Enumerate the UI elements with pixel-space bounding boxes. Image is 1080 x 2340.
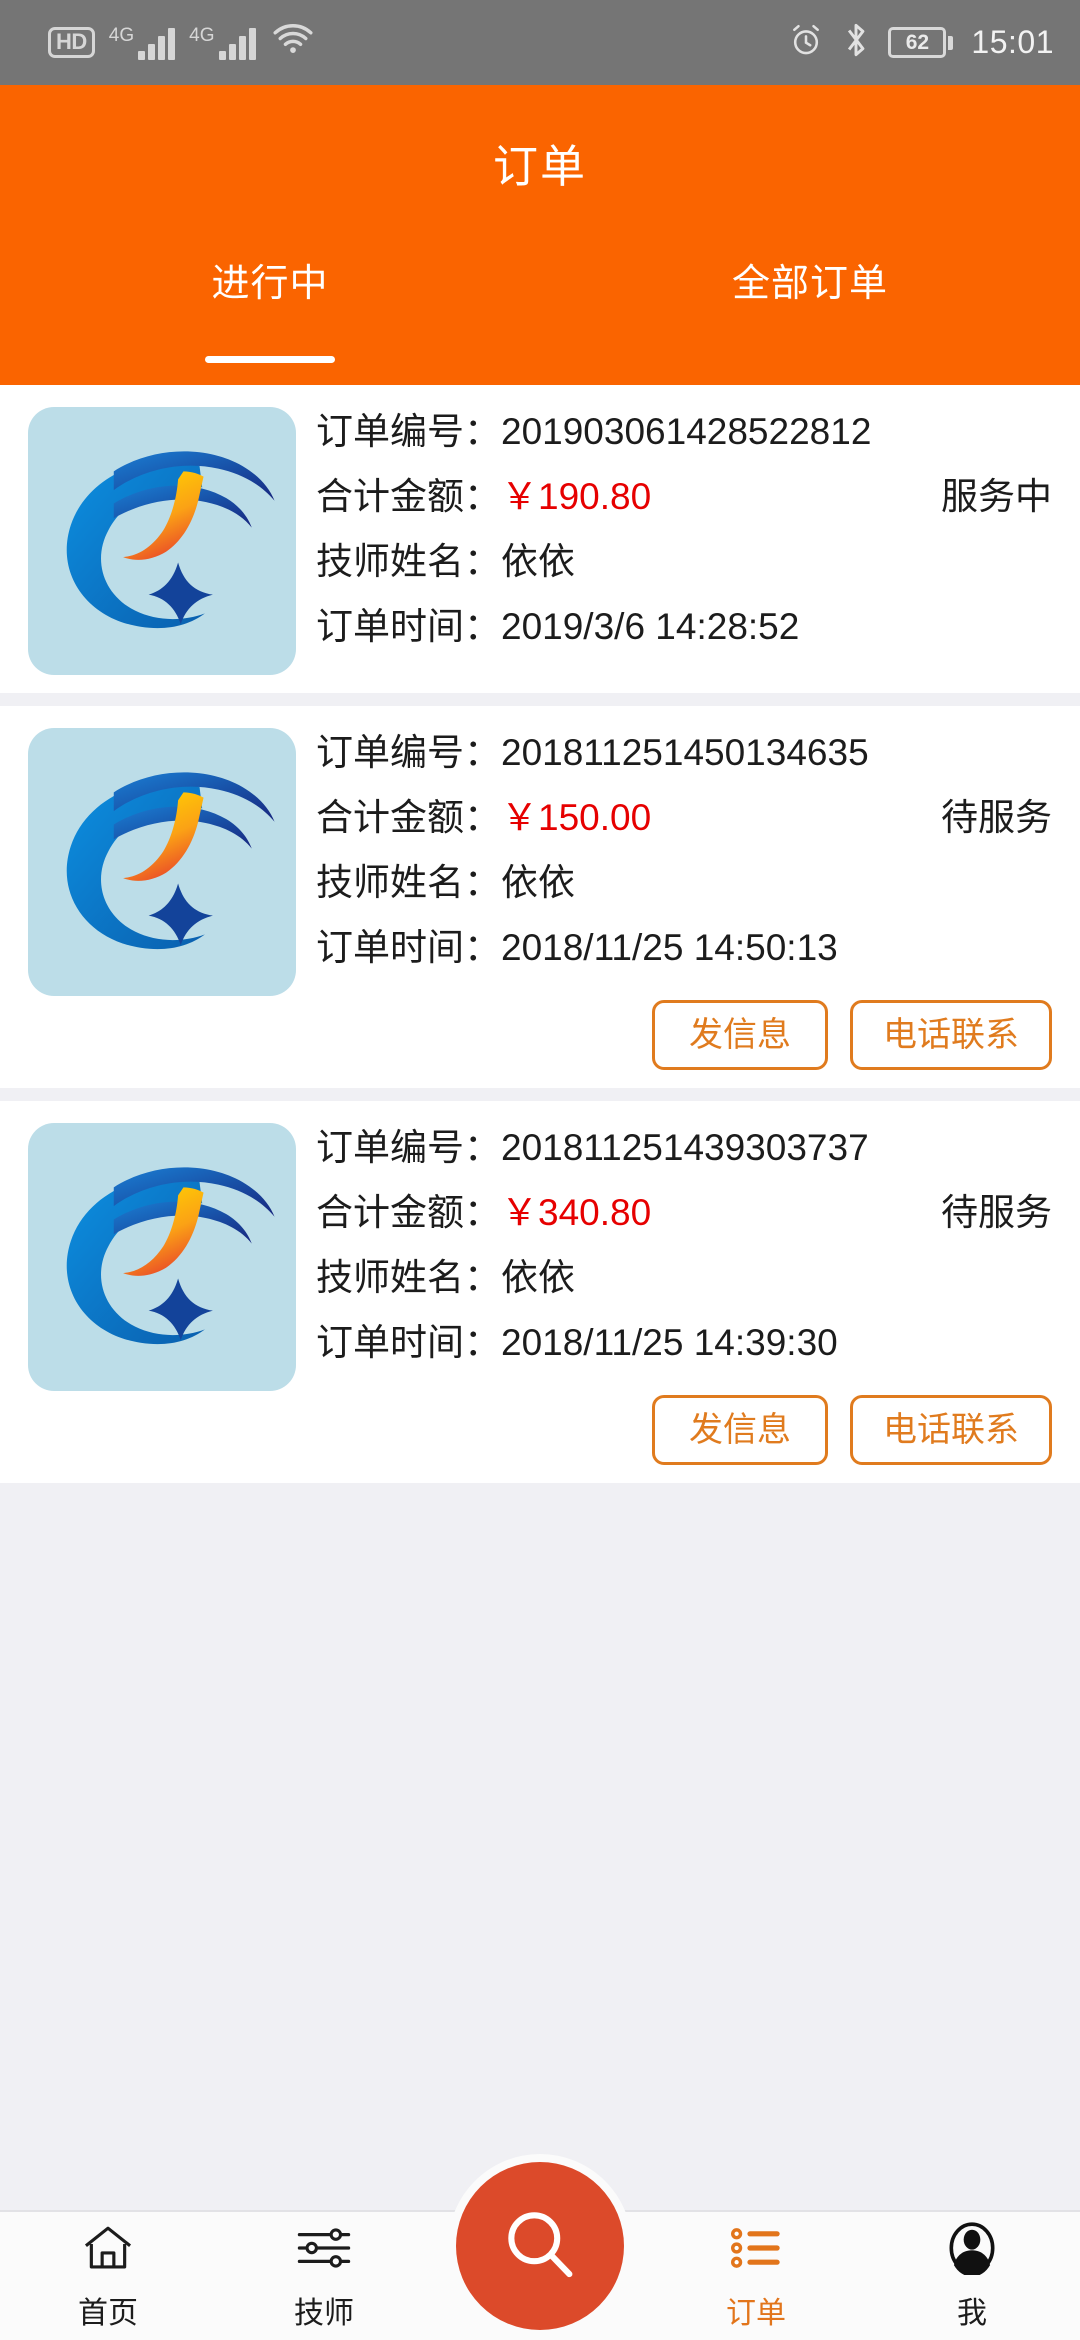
order-no-row: 订单编号： 201811251439303737: [316, 1129, 1052, 1166]
send-message-button[interactable]: 发信息: [652, 1000, 828, 1070]
tab-in-progress-label: 进行中: [211, 263, 329, 305]
wifi-icon: [270, 22, 316, 63]
search-fab-button[interactable]: [456, 2162, 624, 2330]
nav-item-orders-label: 订单: [726, 2297, 786, 2330]
battery-level: 62: [888, 27, 947, 58]
amount-value: ￥190.80: [501, 476, 652, 517]
phone-contact-button[interactable]: 电话联系: [850, 1000, 1052, 1070]
amount-row: 合计金额： ￥340.80 待服务: [316, 1194, 1052, 1231]
nav-item-technician-label: 技师: [294, 2297, 354, 2330]
order-details: 订单编号： 201811251450134635 合计金额： ￥150.00 待…: [316, 728, 1052, 1070]
order-card[interactable]: 订单编号： 201811251439303737 合计金额： ￥340.80 待…: [0, 1101, 1080, 1483]
status-badge: 待服务: [941, 797, 1052, 838]
hd-icon: HD: [48, 27, 95, 58]
order-card[interactable]: 订单编号： 201903061428522812 合计金额： ￥190.80 服…: [0, 385, 1080, 693]
order-no-value: 201811251450134635: [501, 732, 869, 773]
order-time-row: 订单时间： 2019/3/6 14:28:52: [316, 608, 1052, 645]
signal-icon-1: 4G: [108, 24, 176, 60]
order-no-label: 订单编号：: [316, 732, 501, 773]
technician-label: 技师姓名：: [316, 541, 501, 582]
send-message-button[interactable]: 发信息: [652, 1395, 828, 1465]
network-type-label-2: 4G: [189, 24, 215, 46]
network-type-label-1: 4G: [108, 24, 135, 46]
amount-row: 合计金额： ￥190.80 服务中: [316, 478, 1052, 515]
company-logo-icon: [28, 728, 296, 996]
clock-time: 15:01: [971, 24, 1054, 60]
nav-item-home[interactable]: 首页: [0, 2212, 216, 2340]
technician-row: 技师姓名： 依依: [316, 864, 1052, 901]
nav-item-home-label: 首页: [78, 2297, 138, 2330]
order-no-label: 订单编号：: [316, 1127, 501, 1168]
order-time-row: 订单时间： 2018/11/25 14:39:30: [316, 1324, 1052, 1361]
order-no-row: 订单编号： 201811251450134635: [316, 734, 1052, 771]
signal-bars-1: [138, 26, 176, 60]
company-logo-icon: [28, 1123, 296, 1391]
nav-item-orders[interactable]: 订单: [648, 2212, 864, 2340]
phone-contact-button[interactable]: 电话联系: [850, 1395, 1052, 1465]
amount-value: ￥340.80: [501, 1192, 652, 1233]
order-no-row: 订单编号： 201903061428522812: [316, 413, 1052, 450]
technician-value: 依依: [501, 1257, 575, 1298]
order-time-value: 2018/11/25 14:50:13: [501, 927, 838, 968]
tab-in-progress[interactable]: 进行中: [0, 240, 540, 385]
tab-all-orders-label: 全部订单: [731, 263, 888, 305]
technician-row: 技师姓名： 依依: [316, 543, 1052, 580]
order-time-label: 订单时间：: [316, 927, 501, 968]
order-actions: 发信息 电话联系: [316, 1395, 1052, 1465]
search-icon: [497, 2201, 583, 2292]
status-bar-left: HD 4G 4G: [48, 22, 316, 63]
amount-label: 合计金额：: [316, 476, 501, 517]
list-icon: [728, 2220, 784, 2276]
home-icon: [81, 2220, 135, 2276]
tab-all-orders[interactable]: 全部订单: [540, 240, 1080, 385]
alarm-clock-icon: [788, 22, 824, 63]
signal-bars-2: [218, 26, 256, 60]
amount-label: 合计金额：: [316, 1192, 501, 1233]
order-time-label: 订单时间：: [316, 1322, 501, 1363]
nav-item-technician[interactable]: 技师: [216, 2212, 432, 2340]
technician-label: 技师姓名：: [316, 1257, 501, 1298]
sliders-icon: [295, 2220, 353, 2276]
signal-icon-2: 4G: [189, 24, 256, 60]
page-title: 订单: [492, 141, 587, 192]
order-time-value: 2018/11/25 14:39:30: [501, 1322, 838, 1363]
order-time-row: 订单时间： 2018/11/25 14:50:13: [316, 929, 1052, 966]
technician-value: 依依: [501, 862, 575, 903]
order-time-value: 2019/3/6 14:28:52: [501, 606, 800, 647]
phone-screen: HD 4G 4G 62 15:01 订单 进行中 全部订单 订单编号： 2019…: [0, 0, 1080, 2340]
order-tabs: 进行中 全部订单: [0, 240, 1080, 385]
amount-label: 合计金额：: [316, 797, 501, 838]
person-icon: [947, 2220, 997, 2276]
order-list[interactable]: 订单编号： 201903061428522812 合计金额： ￥190.80 服…: [0, 385, 1080, 2162]
amount-row: 合计金额： ￥150.00 待服务: [316, 799, 1052, 836]
order-no-value: 201811251439303737: [501, 1127, 869, 1168]
order-card[interactable]: 订单编号： 201811251450134635 合计金额： ￥150.00 待…: [0, 706, 1080, 1088]
company-logo-icon: [28, 407, 296, 675]
nav-item-profile[interactable]: 我: [864, 2212, 1080, 2340]
order-details: 订单编号： 201903061428522812 合计金额： ￥190.80 服…: [316, 407, 1052, 675]
status-badge: 待服务: [941, 1192, 1052, 1233]
status-bar: HD 4G 4G 62 15:01: [0, 0, 1080, 85]
order-time-label: 订单时间：: [316, 606, 501, 647]
order-details: 订单编号： 201811251439303737 合计金额： ￥340.80 待…: [316, 1123, 1052, 1465]
technician-row: 技师姓名： 依依: [316, 1259, 1052, 1296]
order-actions: 发信息 电话联系: [316, 1000, 1052, 1070]
bluetooth-icon: [842, 21, 870, 64]
tab-inactive-underline: [745, 356, 875, 363]
amount-value: ￥150.00: [501, 797, 652, 838]
status-bar-right: 62 15:01: [788, 21, 1054, 64]
technician-label: 技师姓名：: [316, 862, 501, 903]
tab-active-underline: [205, 356, 335, 363]
order-no-value: 201903061428522812: [501, 411, 872, 452]
nav-item-profile-label: 我: [957, 2297, 987, 2330]
technician-value: 依依: [501, 541, 575, 582]
bottom-navigation: 首页 技师 订单 我: [0, 2162, 1080, 2340]
battery-icon: 62: [888, 27, 954, 58]
status-badge: 服务中: [941, 476, 1052, 517]
order-no-label: 订单编号：: [316, 411, 501, 452]
app-header: 订单 进行中 全部订单: [0, 85, 1080, 385]
